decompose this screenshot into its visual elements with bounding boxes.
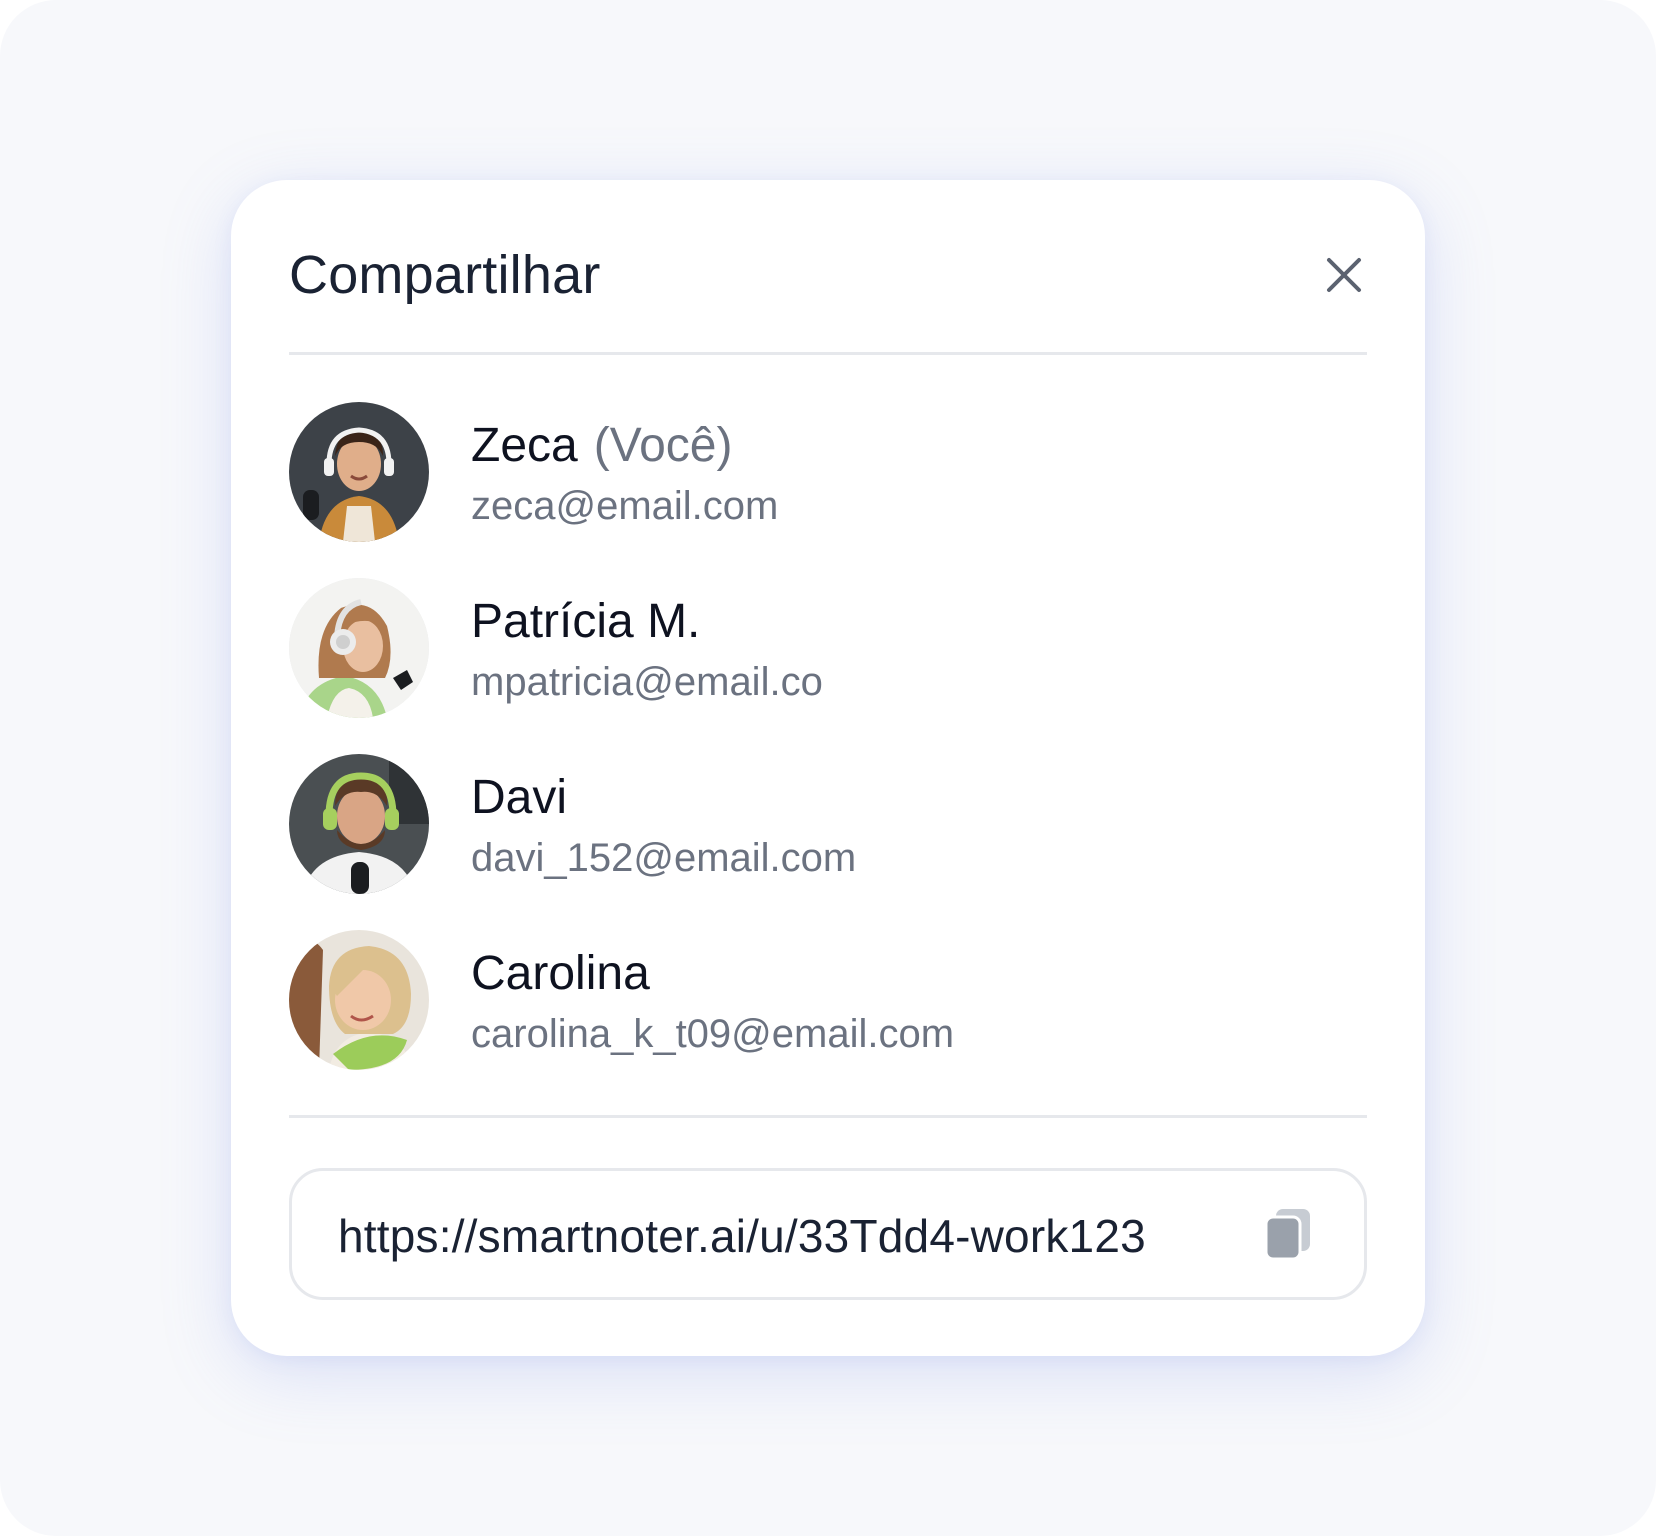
close-icon <box>1327 258 1361 292</box>
person-name: Patrícia M. <box>471 595 701 648</box>
close-button[interactable] <box>1323 254 1365 296</box>
copy-link-button[interactable] <box>1264 1207 1312 1261</box>
dialog-header: Compartilhar <box>289 180 1367 355</box>
share-dialog: Compartilhar Zeca (Você) zeca@email.com … <box>231 180 1425 1356</box>
divider <box>289 1115 1367 1118</box>
share-link-url[interactable]: https://smartnoter.ai/u/33Tdd4-work123 <box>338 1209 1146 1263</box>
dialog-title: Compartilhar <box>289 245 601 305</box>
list-item[interactable]: Patrícia M. mpatricia@email.co <box>289 578 1367 754</box>
person-email: zeca@email.com <box>471 484 779 528</box>
list-item[interactable]: Zeca (Você) zeca@email.com <box>289 402 1367 578</box>
avatar <box>289 754 429 894</box>
avatar <box>289 930 429 1070</box>
you-label: (Você) <box>593 419 733 472</box>
person-email: mpatricia@email.co <box>471 660 823 704</box>
avatar <box>289 578 429 718</box>
person-name: Carolina <box>471 947 650 1000</box>
copy-icon <box>1264 1209 1310 1261</box>
share-link-field[interactable]: https://smartnoter.ai/u/33Tdd4-work123 <box>289 1168 1367 1300</box>
person-email: carolina_k_t09@email.com <box>471 1012 955 1056</box>
people-list: Zeca (Você) zeca@email.com Patrícia M. m… <box>289 402 1367 1106</box>
avatar <box>289 402 429 542</box>
person-email: davi_152@email.com <box>471 836 857 880</box>
person-name: Zeca (Você) <box>471 419 733 472</box>
person-name: Davi <box>471 771 568 824</box>
background-canvas: Compartilhar Zeca (Você) zeca@email.com … <box>0 0 1656 1536</box>
list-item[interactable]: Davi davi_152@email.com <box>289 754 1367 930</box>
list-item[interactable]: Carolina carolina_k_t09@email.com <box>289 930 1367 1106</box>
